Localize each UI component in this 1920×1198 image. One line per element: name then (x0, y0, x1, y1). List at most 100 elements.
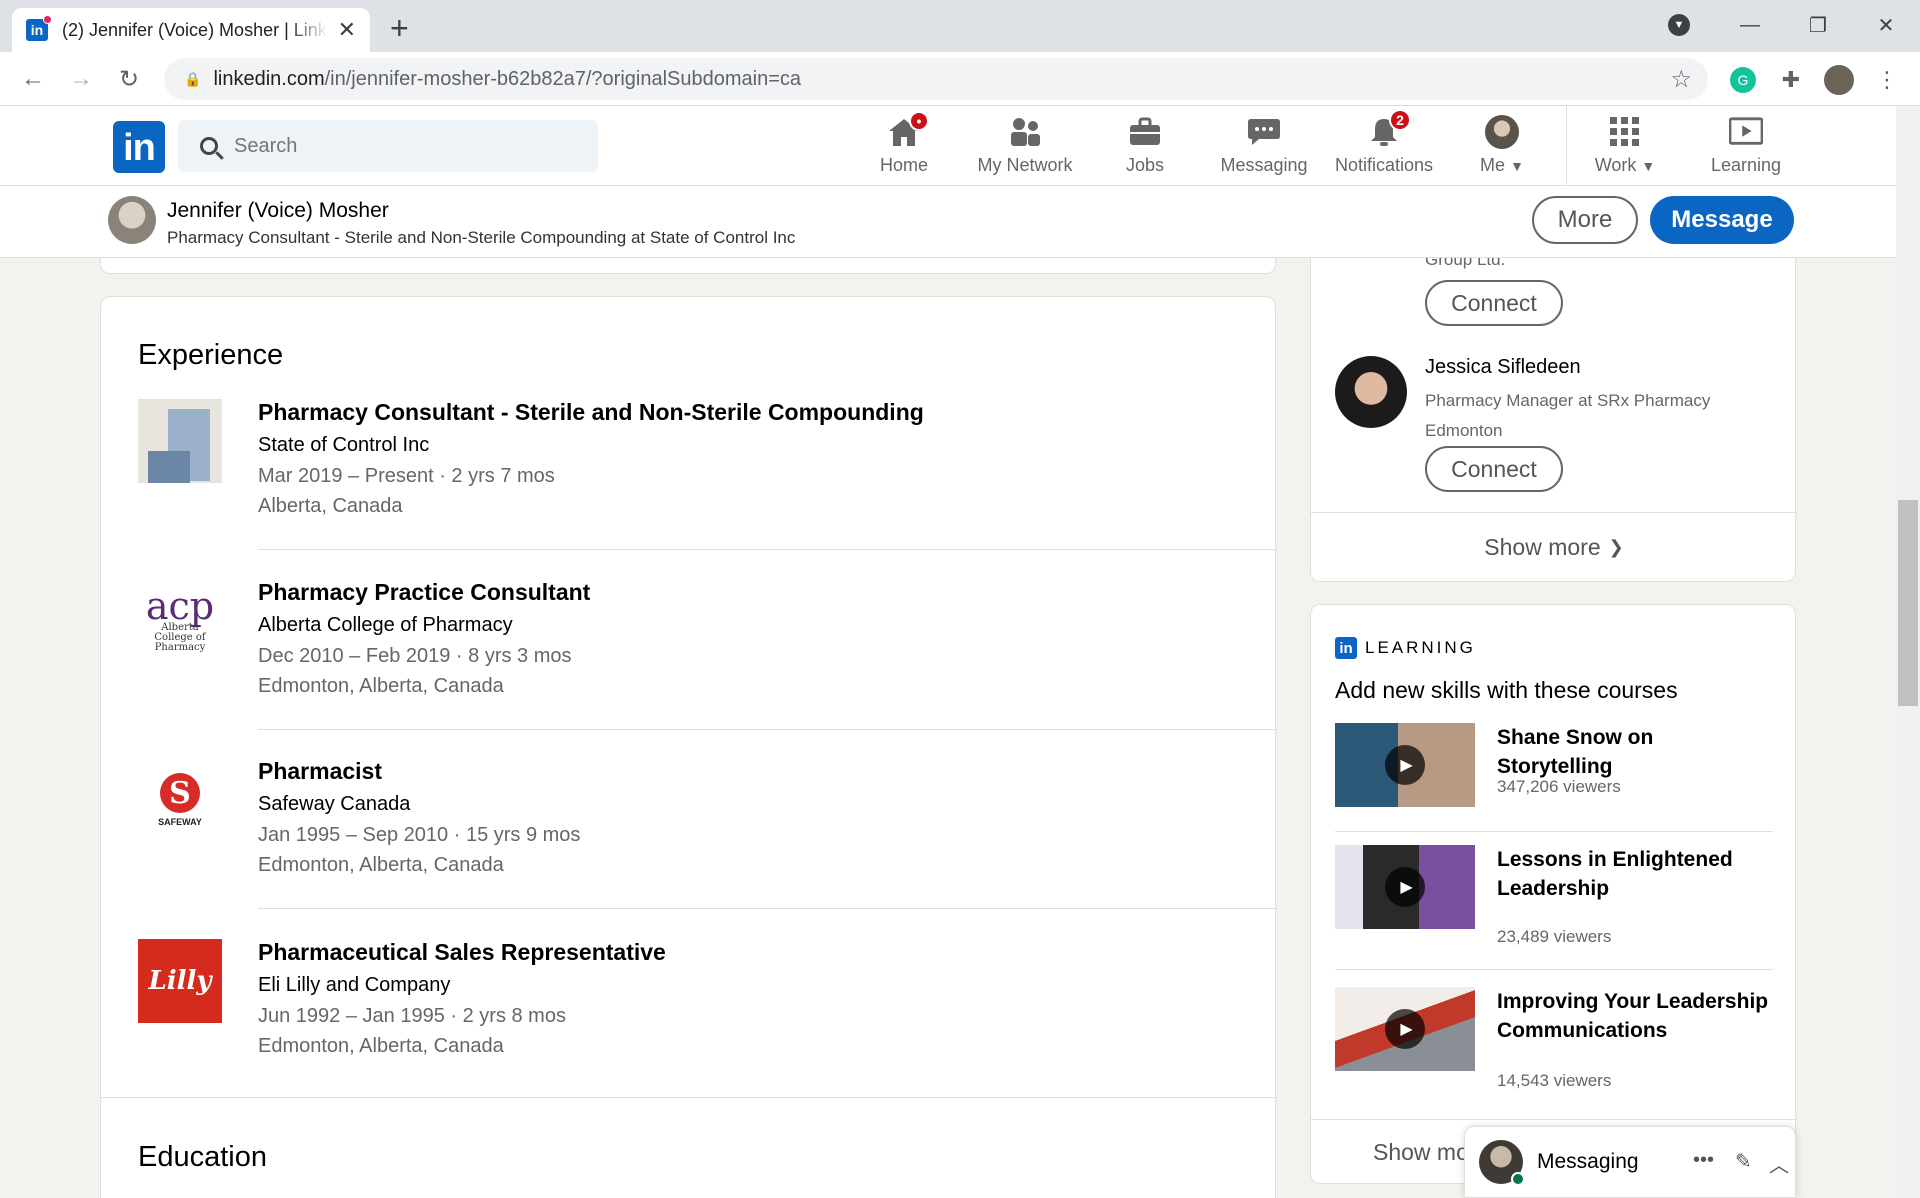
alberta-college-of-pharmacy-logo[interactable]: acp Alberta College of Pharmacy (138, 579, 222, 663)
experience-item: S SAFEWAY Pharmacist Safeway Canada Jan … (138, 758, 1277, 909)
job-company: Safeway Canada (258, 793, 411, 815)
search-box[interactable] (178, 120, 598, 172)
job-company: Eli Lilly and Company (258, 974, 451, 996)
tab-title: (2) Jennifer (Voice) Mosher | LinkedIn (62, 19, 328, 40)
messaging-overlay[interactable]: Messaging ••• ✎ ︿ (1464, 1126, 1796, 1198)
job-title[interactable]: Pharmacist (258, 758, 580, 785)
learning-card: in LEARNING Add new skills with these co… (1310, 604, 1797, 1184)
divider (1335, 969, 1773, 970)
nav-my-network[interactable]: My Network (975, 106, 1075, 186)
window-controls: — ❐ ✕ (1716, 0, 1920, 50)
job-dates: Jan 1995 – Sep 2010 · 15 yrs 9 mos (258, 824, 581, 846)
linkedin-global-nav: in • Home My Network Jobs Messaging 2 N (0, 106, 1920, 186)
course-item[interactable]: ▶ Improving Your Leadership Communicatio… (1335, 987, 1773, 1107)
online-status-icon (1511, 1172, 1525, 1186)
divider (101, 1097, 1277, 1098)
forward-icon[interactable]: → (64, 62, 98, 96)
eli-lilly-logo[interactable]: Lilly (138, 939, 222, 1023)
reload-icon[interactable]: ↻ (112, 62, 146, 96)
experience-section: Experience Pharmacy Consultant - Sterile… (100, 296, 1277, 1198)
extensions-puzzle-icon[interactable]: ✚ (1778, 67, 1804, 93)
nav-label: Messaging (1220, 155, 1308, 175)
briefcase-icon (1128, 115, 1162, 149)
learning-subtitle: Add new skills with these courses (1335, 677, 1678, 703)
safeway-s-icon: S (160, 773, 200, 813)
education-heading: Education (138, 1141, 267, 1173)
nav-label: My Network (977, 155, 1073, 175)
course-title[interactable]: Improving Your Leadership Communications (1497, 987, 1773, 1045)
notifications-badge: 2 (1389, 109, 1411, 131)
search-input[interactable] (234, 134, 574, 158)
show-more-people-button[interactable]: Show more ❯ (1311, 512, 1797, 582)
divider (258, 729, 1277, 730)
tab-search-icon[interactable]: ▼ (1668, 14, 1690, 36)
window-close-icon[interactable]: ✕ (1852, 13, 1920, 38)
lilly-wordmark: Lilly (148, 966, 212, 996)
restore-icon[interactable]: ❐ (1784, 13, 1852, 38)
browser-tab-bar: in (2) Jennifer (Voice) Mosher | LinkedI… (0, 0, 1920, 52)
bookmark-star-icon[interactable]: ☆ (1670, 65, 1692, 94)
course-viewers: 23,489 viewers (1497, 927, 1612, 946)
connect-button[interactable]: Connect (1425, 280, 1563, 326)
address-bar[interactable]: 🔒 linkedin.com/in/jennifer-mosher-b62b82… (164, 58, 1708, 100)
new-tab-icon[interactable]: + (390, 10, 409, 47)
nav-home[interactable]: • Home (872, 106, 936, 186)
connect-button[interactable]: Connect (1425, 446, 1563, 492)
nav-notifications[interactable]: 2 Notifications (1332, 106, 1436, 186)
learning-label: LEARNING (1365, 638, 1476, 657)
url-path: /in/jennifer-mosher-b62b82a7/?originalSu… (324, 67, 802, 90)
more-button[interactable]: More (1532, 196, 1638, 244)
experience-heading: Experience (138, 339, 284, 371)
course-thumbnail[interactable]: ▶ (1335, 845, 1475, 929)
person-avatar[interactable] (1335, 356, 1407, 428)
url-host: linkedin.com (213, 67, 325, 90)
job-location: Edmonton, Alberta, Canada (258, 854, 504, 876)
home-icon: • (887, 111, 929, 149)
browser-menu-icon[interactable]: ⋮ (1874, 67, 1900, 93)
my-avatar (1479, 1140, 1525, 1186)
course-thumbnail[interactable]: ▶ (1335, 987, 1475, 1071)
avatar-icon (1485, 115, 1519, 149)
play-icon: ▶ (1385, 745, 1425, 785)
play-icon: ▶ (1385, 1009, 1425, 1049)
minimize-icon[interactable]: — (1716, 14, 1784, 37)
course-item[interactable]: ▶ Shane Snow on Storytelling 347,206 vie… (1335, 723, 1773, 843)
play-icon: ▶ (1385, 867, 1425, 907)
course-title[interactable]: Lessons in Enlightened Leadership (1497, 845, 1773, 903)
safeway-logo[interactable]: S SAFEWAY (138, 758, 222, 842)
profile-avatar-icon[interactable] (1824, 65, 1854, 95)
chevron-down-icon: ▼ (1641, 158, 1656, 174)
tab-close-icon[interactable]: ✕ (338, 17, 356, 43)
nav-learning[interactable]: Learning (1706, 106, 1786, 186)
job-title[interactable]: Pharmacy Consultant - Sterile and Non-St… (258, 399, 924, 426)
nav-jobs[interactable]: Jobs (1120, 106, 1170, 186)
nav-work[interactable]: Work ▼ (1590, 106, 1660, 186)
back-icon[interactable]: ← (16, 62, 50, 96)
linkedin-favicon-icon: in (26, 15, 52, 41)
more-options-icon[interactable]: ••• (1693, 1149, 1714, 1172)
nav-label: Home (879, 155, 928, 175)
course-item[interactable]: ▶ Lessons in Enlightened Leadership 23,4… (1335, 845, 1773, 970)
chevron-up-icon[interactable]: ︿ (1769, 1149, 1789, 1178)
scrollbar-thumb[interactable] (1898, 500, 1918, 706)
linkedin-logo-icon[interactable]: in (113, 121, 165, 173)
grammarly-extension-icon[interactable]: G (1730, 67, 1756, 93)
course-title[interactable]: Shane Snow on Storytelling (1497, 723, 1773, 781)
compose-icon[interactable]: ✎ (1735, 1149, 1752, 1174)
nav-messaging[interactable]: Messaging (1218, 106, 1310, 186)
message-button[interactable]: Message (1650, 196, 1794, 244)
profile-headline: Pharmacy Consultant - Sterile and Non-St… (167, 228, 796, 247)
state-of-control-logo[interactable] (138, 399, 222, 483)
person-name[interactable]: Jessica Sifledeen (1425, 356, 1581, 379)
nav-me[interactable]: Me ▼ (1476, 106, 1528, 186)
chat-icon (1247, 115, 1281, 149)
job-title[interactable]: Pharmacy Practice Consultant (258, 579, 590, 606)
job-dates: Jun 1992 – Jan 1995 · 2 yrs 8 mos (258, 1005, 566, 1027)
browser-tab[interactable]: in (2) Jennifer (Voice) Mosher | LinkedI… (12, 8, 370, 52)
job-company: Alberta College of Pharmacy (258, 614, 513, 636)
profile-avatar[interactable] (108, 196, 156, 244)
job-title[interactable]: Pharmaceutical Sales Representative (258, 939, 666, 966)
person-headline: Pharmacy Manager at SRx Pharmacy Edmonto… (1425, 391, 1711, 440)
course-thumbnail[interactable]: ▶ (1335, 723, 1475, 807)
browser-toolbar: ← → ↻ 🔒 linkedin.com/in/jennifer-mosher-… (0, 52, 1920, 106)
